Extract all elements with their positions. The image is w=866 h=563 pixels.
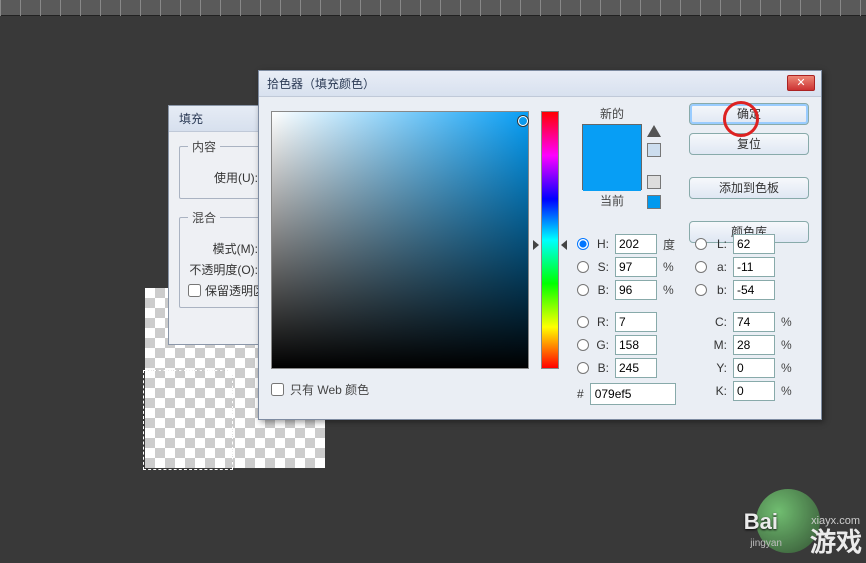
- ok-button[interactable]: 确定: [689, 103, 809, 125]
- input-k[interactable]: [733, 381, 775, 401]
- close-button[interactable]: ✕: [787, 75, 815, 91]
- radio-lab-b[interactable]: [695, 284, 707, 296]
- input-hex[interactable]: [590, 383, 676, 405]
- color-swatch: [582, 124, 642, 190]
- label-k: K:: [713, 384, 727, 398]
- label-l: L:: [713, 237, 727, 251]
- unit-s: %: [663, 260, 677, 274]
- unit-k: %: [781, 384, 795, 398]
- websafe-swatch[interactable]: [647, 195, 661, 209]
- opacity-label: 不透明度(O):: [188, 261, 258, 278]
- radio-g[interactable]: [577, 339, 589, 351]
- input-a[interactable]: [733, 257, 775, 277]
- radio-l[interactable]: [695, 238, 707, 250]
- input-lab-b[interactable]: [733, 280, 775, 300]
- input-rgb-b[interactable]: [615, 358, 657, 378]
- color-picker-title: 拾色器（填充颜色） ✕: [259, 71, 821, 97]
- hue-bar[interactable]: [541, 111, 559, 369]
- radio-h[interactable]: [577, 238, 589, 250]
- hue-slider-arrow[interactable]: [561, 240, 567, 250]
- watermark-baidu: Bai: [744, 509, 778, 535]
- input-g[interactable]: [615, 335, 657, 355]
- new-label: 新的: [577, 105, 647, 122]
- hue-slider-arrow[interactable]: [533, 240, 539, 250]
- web-only-label: 只有 Web 颜色: [290, 381, 369, 398]
- unit-h: 度: [663, 236, 677, 253]
- hex-prefix: #: [577, 387, 584, 401]
- preserve-transparency-checkbox[interactable]: [188, 284, 201, 297]
- label-h: H:: [595, 237, 609, 251]
- add-to-swatches-button[interactable]: 添加到色板: [689, 177, 809, 199]
- current-label: 当前: [577, 192, 647, 209]
- label-a: a:: [713, 260, 727, 274]
- gamut-warning-icon[interactable]: [647, 125, 661, 137]
- use-label: 使用(U):: [188, 169, 258, 186]
- mode-label: 模式(M):: [188, 240, 258, 257]
- swatch-current[interactable]: [583, 158, 641, 191]
- label-r: R:: [595, 315, 609, 329]
- input-hsv-b[interactable]: [615, 280, 657, 300]
- color-picker-dialog: 拾色器（填充颜色） ✕ 新的 当前 确定 复位: [258, 70, 822, 420]
- swatch-new: [583, 125, 641, 158]
- watermark: Bai jingyan xiayx.com 游戏: [666, 463, 866, 563]
- unit-y: %: [781, 361, 795, 375]
- watermark-youxi: 游戏: [810, 522, 862, 559]
- cube-icon[interactable]: [647, 175, 661, 189]
- label-s: S:: [595, 260, 609, 274]
- radio-r[interactable]: [577, 316, 589, 328]
- label-m: M:: [713, 338, 727, 352]
- input-y[interactable]: [733, 358, 775, 378]
- unit-hsv-b: %: [663, 283, 677, 297]
- radio-s[interactable]: [577, 261, 589, 273]
- input-l[interactable]: [733, 234, 775, 254]
- input-r[interactable]: [615, 312, 657, 332]
- input-m[interactable]: [733, 335, 775, 355]
- selection-marquee: [143, 370, 233, 470]
- web-only-checkbox[interactable]: [271, 383, 284, 396]
- ruler: [0, 0, 866, 16]
- unit-m: %: [781, 338, 795, 352]
- label-lab-b: b:: [713, 283, 727, 297]
- input-c[interactable]: [733, 312, 775, 332]
- radio-rgb-b[interactable]: [577, 362, 589, 374]
- label-rgb-b: B:: [595, 361, 609, 375]
- radio-a[interactable]: [695, 261, 707, 273]
- label-c: C:: [713, 315, 727, 329]
- reset-button[interactable]: 复位: [689, 133, 809, 155]
- preserve-transparency-label: 保留透明区: [205, 282, 265, 299]
- gamut-icons: [647, 125, 661, 209]
- input-s[interactable]: [615, 257, 657, 277]
- gamut-warning-swatch[interactable]: [647, 143, 661, 157]
- label-y: Y:: [713, 361, 727, 375]
- label-g: G:: [595, 338, 609, 352]
- label-hsv-b: B:: [595, 283, 609, 297]
- sv-marker[interactable]: [518, 116, 528, 126]
- color-picker-title-text: 拾色器（填充颜色）: [267, 75, 375, 92]
- input-h[interactable]: [615, 234, 657, 254]
- unit-c: %: [781, 315, 795, 329]
- radio-b[interactable]: [577, 284, 589, 296]
- watermark-jingyan: jingyan: [750, 538, 782, 549]
- blend-legend: 混合: [188, 209, 220, 226]
- saturation-value-box[interactable]: [271, 111, 529, 369]
- content-legend: 内容: [188, 138, 220, 155]
